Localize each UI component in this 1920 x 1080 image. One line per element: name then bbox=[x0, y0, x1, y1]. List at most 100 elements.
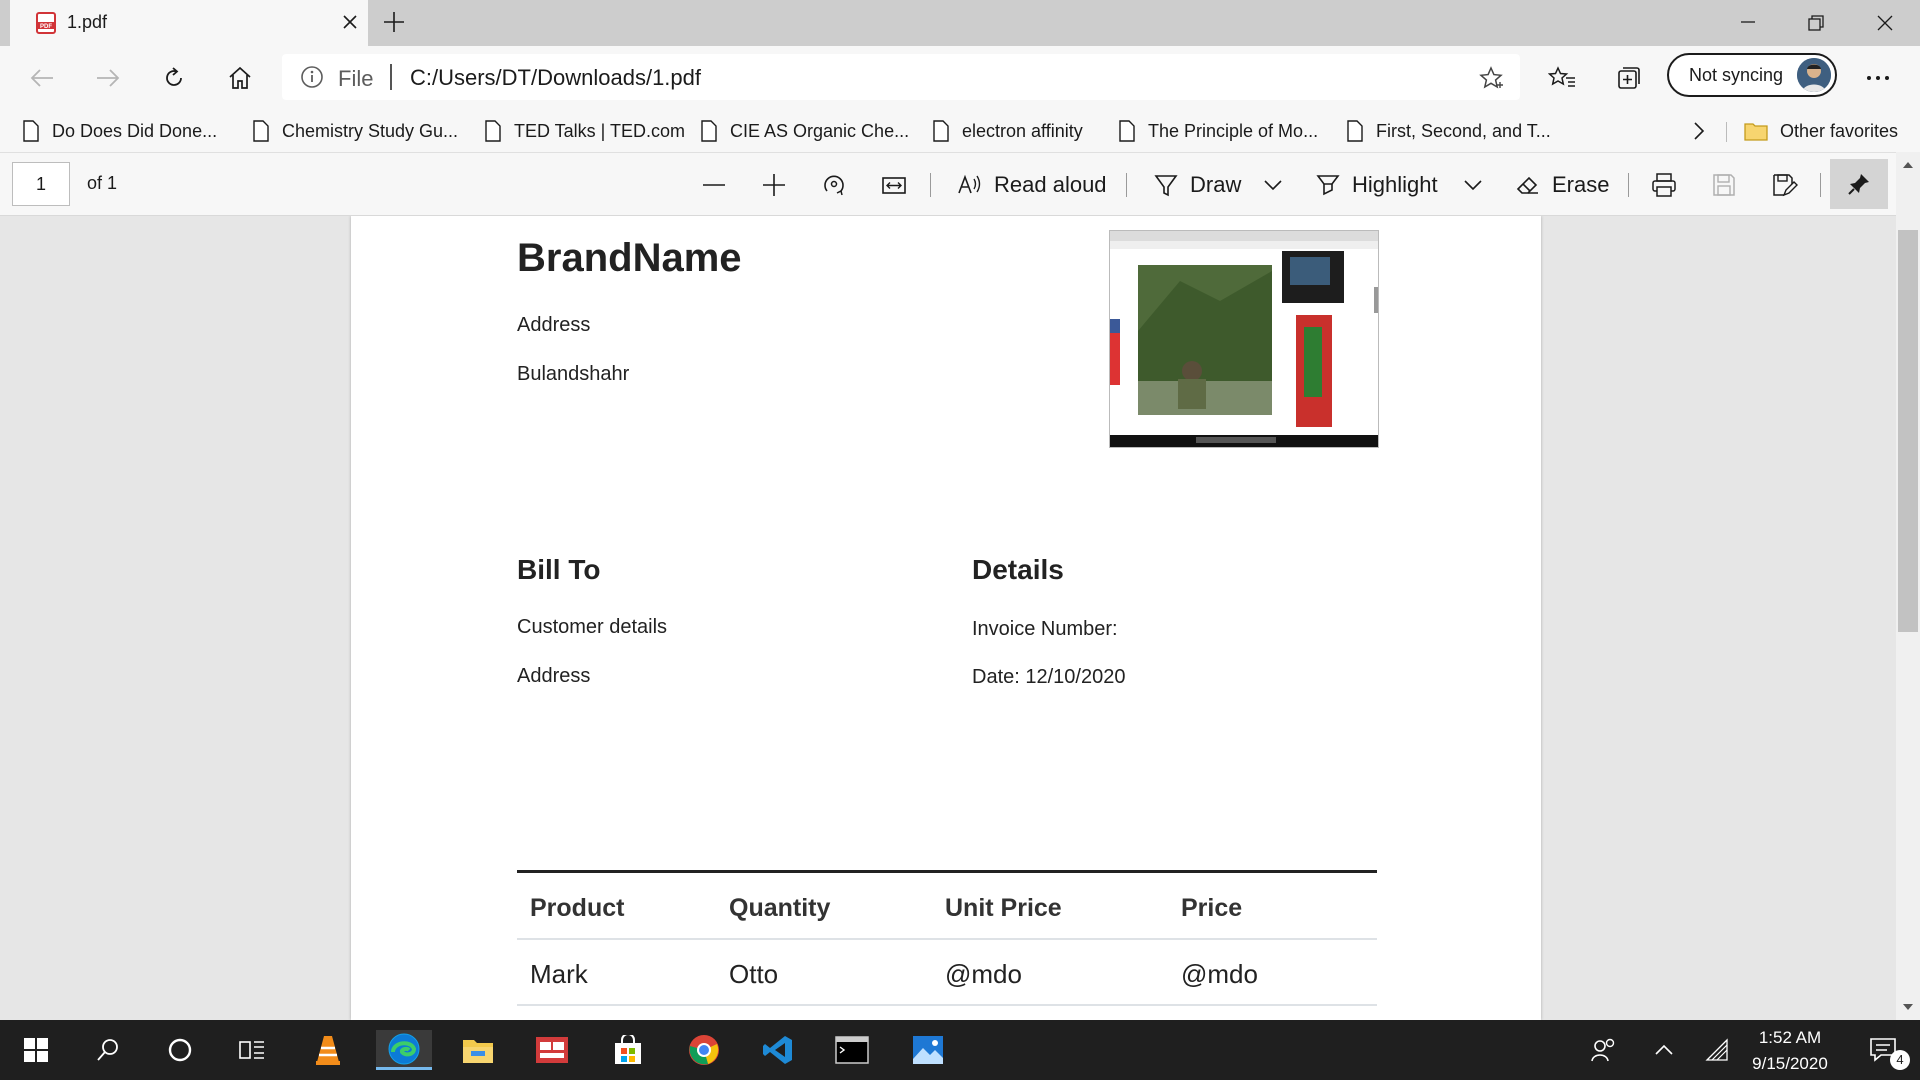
clock-time: 1:52 AM bbox=[1758, 1028, 1822, 1047]
chrome-icon[interactable] bbox=[676, 1030, 732, 1070]
fit-width-icon bbox=[882, 177, 906, 194]
bookmark-item[interactable]: Chemistry Study Gu... bbox=[252, 116, 458, 146]
task-view-button[interactable] bbox=[224, 1030, 280, 1070]
close-icon[interactable] bbox=[340, 12, 360, 32]
table-cell: Otto bbox=[729, 959, 779, 989]
star-icon[interactable] bbox=[1478, 65, 1504, 91]
vscode-icon[interactable] bbox=[750, 1030, 806, 1070]
bookmark-label: First, Second, and T... bbox=[1376, 120, 1551, 141]
zoom-in-button[interactable] bbox=[760, 167, 788, 203]
home-button[interactable] bbox=[220, 60, 260, 96]
bookmark-item[interactable]: First, Second, and T... bbox=[1346, 116, 1551, 146]
notification-count-badge: 4 bbox=[1890, 1050, 1910, 1070]
chevron-down-icon bbox=[1264, 180, 1282, 191]
brand-address: Address bbox=[517, 314, 591, 336]
scrollbar-thumb[interactable] bbox=[1898, 230, 1918, 632]
rotate-button[interactable] bbox=[820, 167, 848, 203]
erase-button[interactable]: Erase bbox=[1514, 167, 1609, 203]
chevron-right-icon[interactable] bbox=[1692, 116, 1706, 146]
bookmark-item[interactable]: TED Talks | TED.com bbox=[484, 116, 685, 146]
table-cell: Mark bbox=[530, 959, 588, 989]
forward-button[interactable] bbox=[88, 60, 128, 96]
draw-button[interactable]: Draw bbox=[1152, 167, 1241, 203]
restore-button[interactable] bbox=[1803, 10, 1829, 36]
toolbar-separator bbox=[930, 173, 931, 197]
store-icon[interactable] bbox=[600, 1030, 656, 1070]
divider bbox=[1726, 122, 1727, 142]
page-icon bbox=[23, 120, 39, 142]
favorites-icon[interactable] bbox=[1542, 60, 1582, 96]
other-favorites-folder[interactable]: Other favorites bbox=[1744, 116, 1898, 146]
bookmark-label: CIE AS Organic Che... bbox=[730, 120, 910, 141]
terminal-icon[interactable] bbox=[824, 1030, 880, 1070]
system-clock[interactable]: 1:52 AM 9/15/2020 bbox=[1735, 1025, 1845, 1077]
highlight-options-button[interactable] bbox=[1462, 167, 1484, 203]
cortana-button[interactable] bbox=[152, 1030, 208, 1070]
read-aloud-label: Read aloud bbox=[994, 172, 1107, 197]
save-as-button[interactable] bbox=[1770, 167, 1798, 203]
zoom-out-button[interactable] bbox=[700, 167, 728, 203]
bookmark-item[interactable]: The Principle of Mo... bbox=[1118, 116, 1318, 146]
edge-icon bbox=[388, 1033, 420, 1064]
draw-label: Draw bbox=[1190, 172, 1242, 197]
chevron-up-icon[interactable] bbox=[1636, 1030, 1692, 1070]
page-icon bbox=[701, 120, 717, 142]
fit-width-button[interactable] bbox=[880, 167, 908, 203]
info-icon[interactable] bbox=[300, 65, 324, 89]
pdf-icon: PDF bbox=[36, 12, 56, 34]
bookmark-item[interactable]: CIE AS Organic Che... bbox=[700, 116, 909, 146]
details-heading: Details bbox=[972, 554, 1064, 585]
highlight-button[interactable]: Highlight bbox=[1314, 167, 1438, 203]
save-button[interactable] bbox=[1710, 167, 1738, 203]
scheme-label: File bbox=[338, 66, 374, 91]
app-icon[interactable] bbox=[524, 1030, 580, 1070]
tab-active[interactable]: PDF 1.pdf bbox=[10, 0, 368, 46]
address-separator bbox=[390, 64, 392, 90]
cortana-icon bbox=[168, 1038, 192, 1062]
window-close-button[interactable] bbox=[1872, 10, 1898, 36]
save-as-icon bbox=[1773, 174, 1798, 197]
people-icon[interactable] bbox=[1576, 1030, 1632, 1070]
pin-toolbar-button[interactable] bbox=[1830, 159, 1888, 209]
profile-sync-button[interactable]: Not syncing bbox=[1667, 53, 1837, 97]
search-button[interactable] bbox=[80, 1030, 136, 1070]
page-number-input[interactable]: 1 bbox=[12, 162, 70, 206]
favorites-bar: Do Does Did Done... Chemistry Study Gu..… bbox=[0, 110, 1920, 152]
print-button[interactable] bbox=[1650, 167, 1678, 203]
edge-taskbar-icon[interactable] bbox=[376, 1030, 432, 1070]
back-button[interactable] bbox=[22, 60, 62, 96]
refresh-button[interactable] bbox=[154, 60, 194, 96]
bookmark-item[interactable]: Do Does Did Done... bbox=[22, 116, 217, 146]
address-bar[interactable]: File C:/Users/DT/Downloads/1.pdf bbox=[282, 54, 1520, 100]
page-count: of 1 bbox=[87, 173, 118, 193]
pdf-viewer[interactable]: BrandName Address Bulandshahr Bill To Cu… bbox=[0, 216, 1920, 1020]
search-icon bbox=[97, 1039, 118, 1061]
bookmark-item[interactable]: electron affinity bbox=[932, 116, 1083, 146]
photos-icon[interactable] bbox=[900, 1030, 956, 1070]
notifications-button[interactable]: 4 bbox=[1856, 1030, 1912, 1070]
new-tab-button[interactable] bbox=[380, 8, 408, 36]
more-options-icon[interactable] bbox=[1858, 60, 1898, 96]
table-row-border bbox=[517, 1004, 1377, 1006]
draw-options-button[interactable] bbox=[1262, 167, 1284, 203]
table-cell: @mdo bbox=[1181, 959, 1258, 989]
page-icon bbox=[253, 120, 269, 142]
bookmark-label: TED Talks | TED.com bbox=[514, 120, 686, 141]
save-icon bbox=[1713, 174, 1735, 196]
bookmark-label: electron affinity bbox=[962, 120, 1083, 141]
rotate-icon bbox=[824, 175, 844, 196]
file-explorer-icon[interactable] bbox=[450, 1030, 506, 1070]
clock-date: 9/15/2020 bbox=[1752, 1054, 1828, 1073]
collections-icon[interactable] bbox=[1608, 60, 1648, 96]
page-icon bbox=[485, 120, 501, 142]
vlc-icon[interactable] bbox=[300, 1030, 356, 1070]
read-aloud-button[interactable]: Read aloud bbox=[956, 167, 1107, 203]
start-button[interactable] bbox=[8, 1030, 64, 1070]
table-header-product: Product bbox=[530, 894, 625, 922]
customer-address: Address bbox=[517, 665, 591, 687]
highlight-icon bbox=[1316, 175, 1340, 196]
url-text[interactable]: C:/Users/DT/Downloads/1.pdf bbox=[410, 65, 701, 91]
eraser-icon bbox=[1516, 176, 1538, 194]
minimize-button[interactable] bbox=[1735, 10, 1761, 36]
page-icon bbox=[933, 120, 949, 142]
